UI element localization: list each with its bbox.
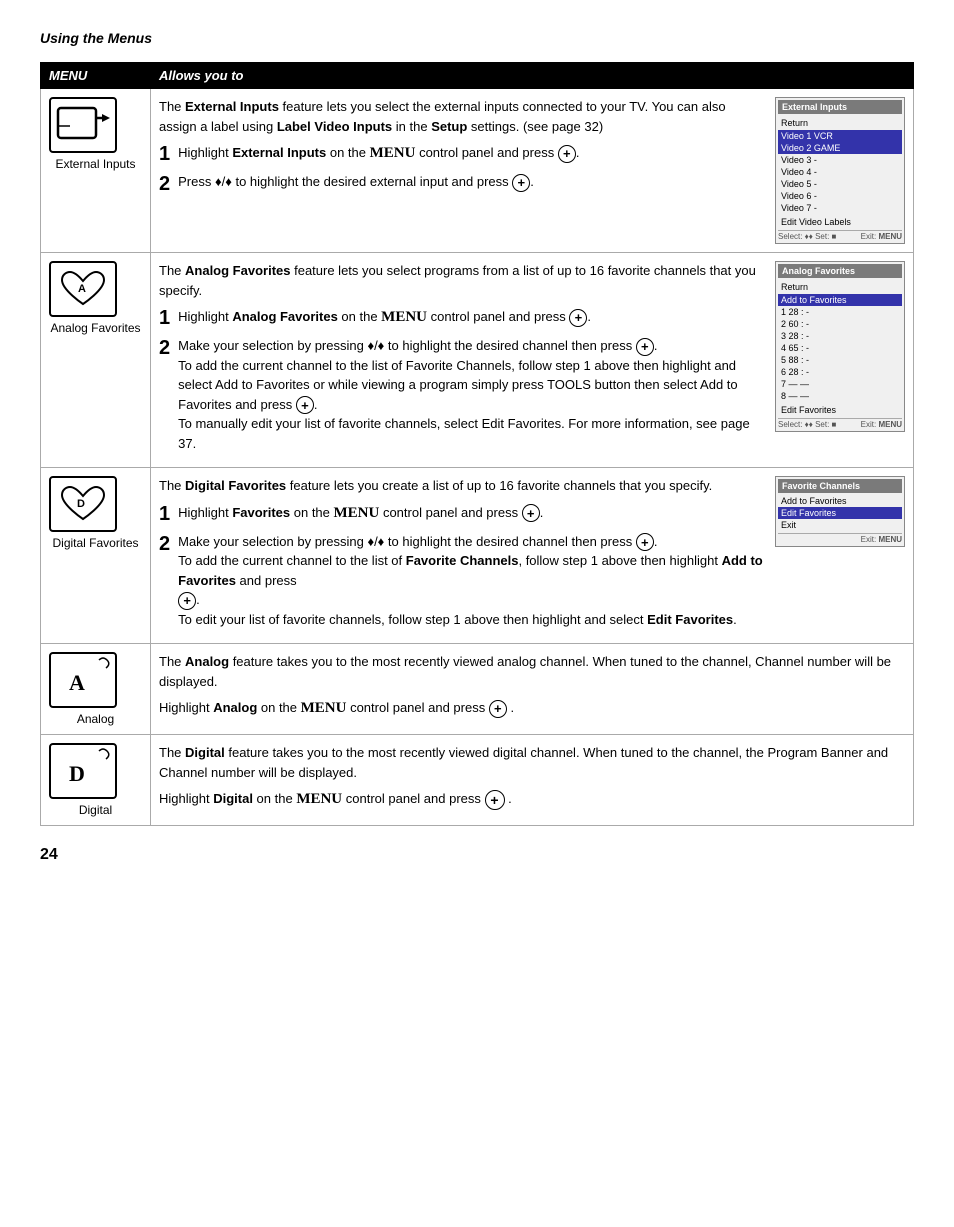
digital-icon-box: D [49,743,117,799]
analog-desc1: The Analog feature takes you to the most… [159,652,905,691]
analog-favorites-desc: The Analog Favorites feature lets you se… [159,261,765,300]
page-title: Using the Menus [40,30,914,46]
analog-content: The Analog feature takes you to the most… [151,644,914,735]
analog-favorites-content: The Analog Favorites feature lets you se… [151,253,914,468]
step-1: 1 Highlight External Inputs on the MENU … [159,142,765,166]
external-inputs-desc: The External Inputs feature lets you sel… [159,97,765,136]
external-inputs-menu-cell: External Inputs [41,89,151,253]
analog-favorites-label: Analog Favorites [49,321,142,335]
table-row: A Analog Favorites The Analog Favorites … [41,253,914,468]
heart-d-icon-box: D [49,476,117,532]
digital-label: Digital [49,803,142,817]
heart-d-icon: D [56,483,110,525]
step-1: 1 Highlight Favorites on the MENU contro… [159,502,765,526]
digital-favorites-menu-cell: D Digital Favorites [41,468,151,644]
heart-a-icon-box: A [49,261,117,317]
external-input-icon [56,104,110,146]
external-inputs-screenshot: External Inputs Return Video 1 VCR Video… [775,97,905,244]
external-input-icon-box [49,97,117,153]
step-1: 1 Highlight Analog Favorites on the MENU… [159,306,765,330]
analog-desc2: Highlight Analog on the MENU control pan… [159,697,905,720]
step-2: 2 Make your selection by pressing ♦/♦ to… [159,336,765,453]
digital-letter-icon: D [51,745,119,801]
svg-text:D: D [69,761,85,786]
digital-menu-cell: D Digital [41,735,151,826]
analog-favorites-screenshot: Analog Favorites Return Add to Favorites… [775,261,905,432]
digital-favorites-label: Digital Favorites [49,536,142,550]
col1-header: MENU [41,63,151,89]
digital-favorites-screenshot: Favorite Channels Add to Favorites Edit … [775,476,905,547]
analog-icon-box: A [49,652,117,708]
main-table: MENU Allows you to External Inputs [40,62,914,826]
table-row: D Digital The Digital feature takes you … [41,735,914,826]
svg-text:A: A [69,670,85,695]
external-inputs-label: External Inputs [49,157,142,171]
digital-desc2: Highlight Digital on the MENU control pa… [159,788,905,811]
digital-desc1: The Digital feature takes you to the mos… [159,743,905,782]
digital-favorites-desc: The Digital Favorites feature lets you c… [159,476,765,496]
external-inputs-content: The External Inputs feature lets you sel… [151,89,914,253]
digital-favorites-content: The Digital Favorites feature lets you c… [151,468,914,644]
analog-menu-cell: A Analog [41,644,151,735]
analog-label: Analog [49,712,142,726]
svg-text:D: D [77,498,85,510]
step-2: 2 Press ♦/♦ to highlight the desired ext… [159,172,765,196]
table-row: D Digital Favorites The Digital Favorite… [41,468,914,644]
table-row: External Inputs The External Inputs feat… [41,89,914,253]
col2-header: Allows you to [151,63,914,89]
analog-letter-icon: A [51,654,119,710]
heart-a-icon: A [56,268,110,310]
table-row: A Analog The Analog feature takes you to… [41,644,914,735]
svg-text:A: A [78,283,86,295]
digital-content: The Digital feature takes you to the mos… [151,735,914,826]
step-2: 2 Make your selection by pressing ♦/♦ to… [159,532,765,630]
page-number: 24 [40,846,914,864]
analog-favorites-menu-cell: A Analog Favorites [41,253,151,468]
